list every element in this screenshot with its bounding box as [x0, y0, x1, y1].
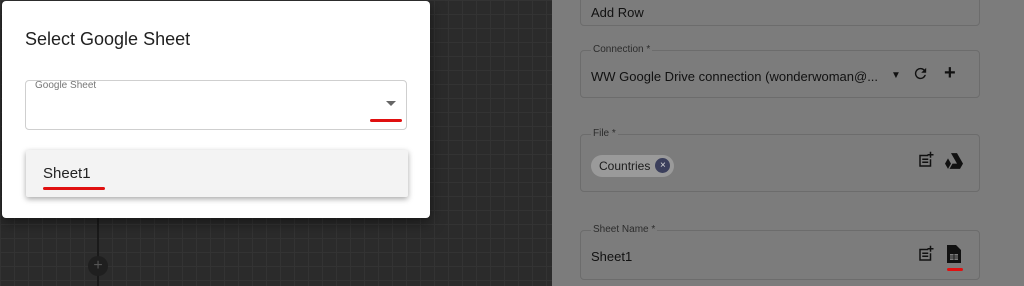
file-chip[interactable]: Countries ×	[591, 155, 675, 177]
sheet-options-dropdown: Sheet1	[26, 150, 408, 197]
add-node-icon[interactable]: +	[88, 256, 108, 276]
action-value: Add Row	[591, 5, 644, 20]
highlight-underline	[947, 268, 963, 271]
connection-field[interactable]: Connection * WW Google Drive connection …	[580, 44, 980, 98]
config-panel: Add Row Connection * WW Google Drive con…	[552, 0, 1024, 286]
file-label: File *	[591, 128, 618, 139]
file-field[interactable]: File * Countries ×	[580, 128, 980, 192]
sheet-name-label: Sheet Name *	[591, 224, 658, 235]
option-sheet1[interactable]: Sheet1	[43, 165, 91, 182]
chevron-down-icon[interactable]: ▼	[891, 67, 901, 85]
file-chip-label: Countries	[599, 159, 651, 173]
highlight-underline	[43, 187, 105, 190]
select-sheet-dialog: Select Google Sheet Google Sheet Sheet1	[2, 1, 430, 218]
connection-label: Connection *	[591, 44, 653, 55]
chevron-down-icon[interactable]	[386, 101, 396, 106]
sheet-name-value: Sheet1	[591, 249, 633, 264]
google-drive-icon[interactable]	[945, 153, 963, 172]
sheet-name-field[interactable]: Sheet Name * Sheet1	[580, 224, 980, 280]
chip-remove-icon[interactable]: ×	[655, 158, 671, 173]
add-note-icon[interactable]	[917, 245, 935, 266]
connection-value: WW Google Drive connection (wonderwoman@…	[591, 69, 879, 84]
google-sheet-label: Google Sheet	[35, 80, 97, 91]
refresh-icon[interactable]	[912, 65, 929, 85]
action-field[interactable]: Add Row	[580, 0, 980, 26]
add-note-icon[interactable]	[917, 151, 935, 172]
google-sheet-select[interactable]: Google Sheet	[25, 80, 407, 130]
sheet-file-icon[interactable]	[947, 245, 961, 266]
highlight-underline	[370, 119, 402, 122]
plus-icon[interactable]: +	[944, 63, 956, 83]
dialog-title: Select Google Sheet	[25, 29, 191, 49]
